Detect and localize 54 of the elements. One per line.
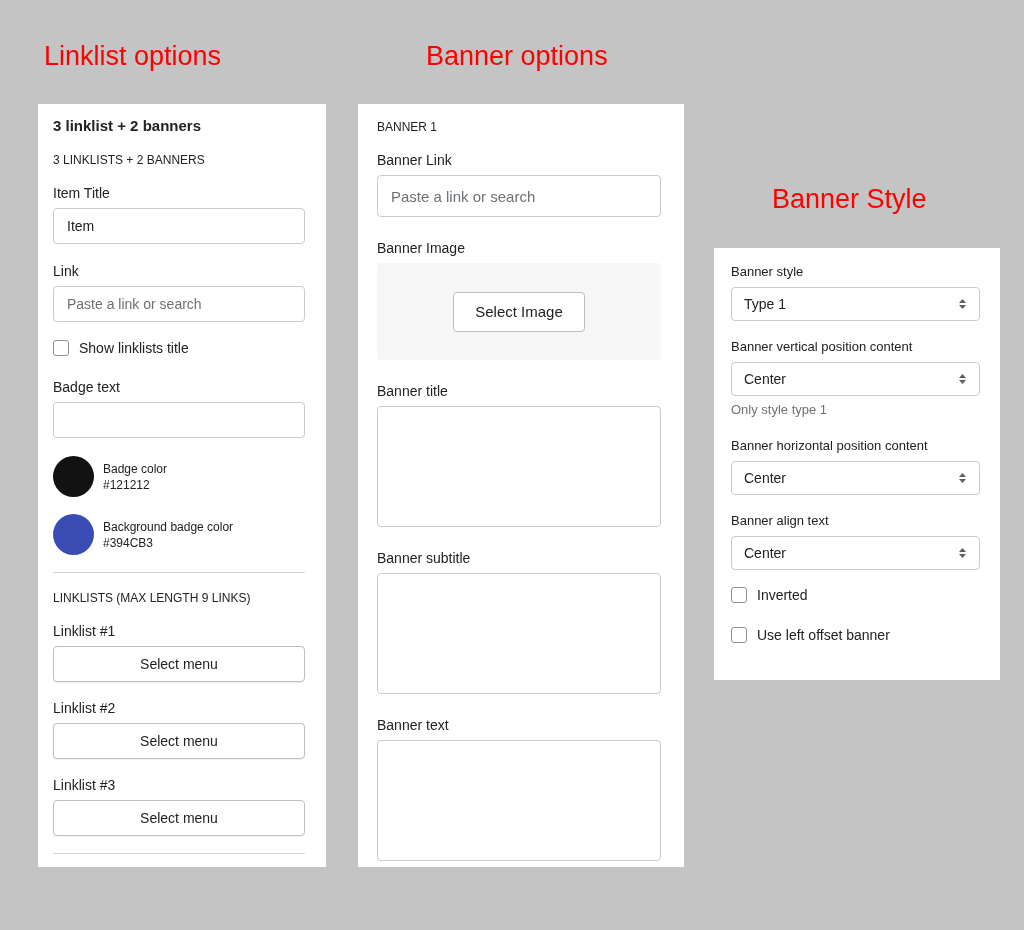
select-field[interactable]: Center (731, 536, 980, 570)
color-swatch[interactable] (53, 514, 94, 555)
select-menu-button[interactable]: Select menu (53, 800, 305, 836)
field-label: Linklist #3 (53, 776, 117, 794)
sort-arrows-icon (959, 473, 966, 483)
select-image-button[interactable]: Select Image (453, 291, 585, 332)
checkbox-label: Inverted (757, 587, 808, 603)
field-label: Banner Link (377, 151, 453, 169)
field-label: Banner vertical position content (731, 338, 914, 356)
select-field[interactable]: Type 1 (731, 287, 980, 321)
color-label: Background badge color (103, 518, 234, 535)
checkbox[interactable] (731, 587, 747, 603)
text-field[interactable]: Paste a link or search (53, 286, 305, 322)
section-heading: Linklist options (43, 40, 223, 72)
text-field[interactable] (53, 402, 305, 438)
text-area[interactable] (377, 406, 661, 527)
field-label: Banner subtitle (377, 549, 472, 567)
field-label: Banner horizontal position content (731, 437, 929, 455)
field-label: Banner Image (377, 239, 466, 257)
text-area[interactable] (377, 740, 661, 861)
select-menu-button[interactable]: Select menu (53, 646, 305, 682)
help-text: Only style type 1 (731, 402, 829, 417)
field-label: Linklist #1 (53, 622, 117, 640)
panel-title: 3 linklist + 2 banners (53, 116, 202, 136)
text-field[interactable]: Item (53, 208, 305, 244)
field-label: Linklist #2 (53, 699, 117, 717)
color-label: Badge color (103, 460, 168, 477)
checkbox[interactable] (731, 627, 747, 643)
section-heading: Banner Style (771, 183, 928, 215)
field-label: Banner style (731, 263, 805, 281)
checkbox-label: Show linklists title (79, 340, 189, 356)
color-value: #394CB3 (103, 534, 155, 551)
sort-arrows-icon (959, 548, 966, 558)
field-label: Badge text (53, 378, 121, 396)
select-field[interactable]: Center (731, 362, 980, 396)
checkbox-label: Use left offset banner (757, 627, 890, 643)
section-label: 3 LINKLISTS + 2 BANNERS (53, 152, 206, 168)
sort-arrows-icon (959, 299, 966, 309)
text-field[interactable]: Paste a link or search (377, 175, 661, 217)
section-label: LINKLISTS (MAX LENGTH 9 LINKS) (53, 590, 252, 606)
color-swatch[interactable] (53, 456, 94, 497)
section-label: BANNER 1 (377, 119, 439, 135)
field-label: Link (53, 262, 80, 280)
field-label: Banner align text (731, 512, 830, 530)
color-value: #121212 (103, 476, 151, 493)
select-menu-button[interactable]: Select menu (53, 723, 305, 759)
field-label: Item Title (53, 184, 111, 202)
field-label: Banner text (377, 716, 450, 734)
checkbox[interactable] (53, 340, 69, 356)
section-heading: Banner options (425, 40, 609, 72)
sort-arrows-icon (959, 374, 966, 384)
text-area[interactable] (377, 573, 661, 694)
field-label: Banner title (377, 382, 449, 400)
select-field[interactable]: Center (731, 461, 980, 495)
